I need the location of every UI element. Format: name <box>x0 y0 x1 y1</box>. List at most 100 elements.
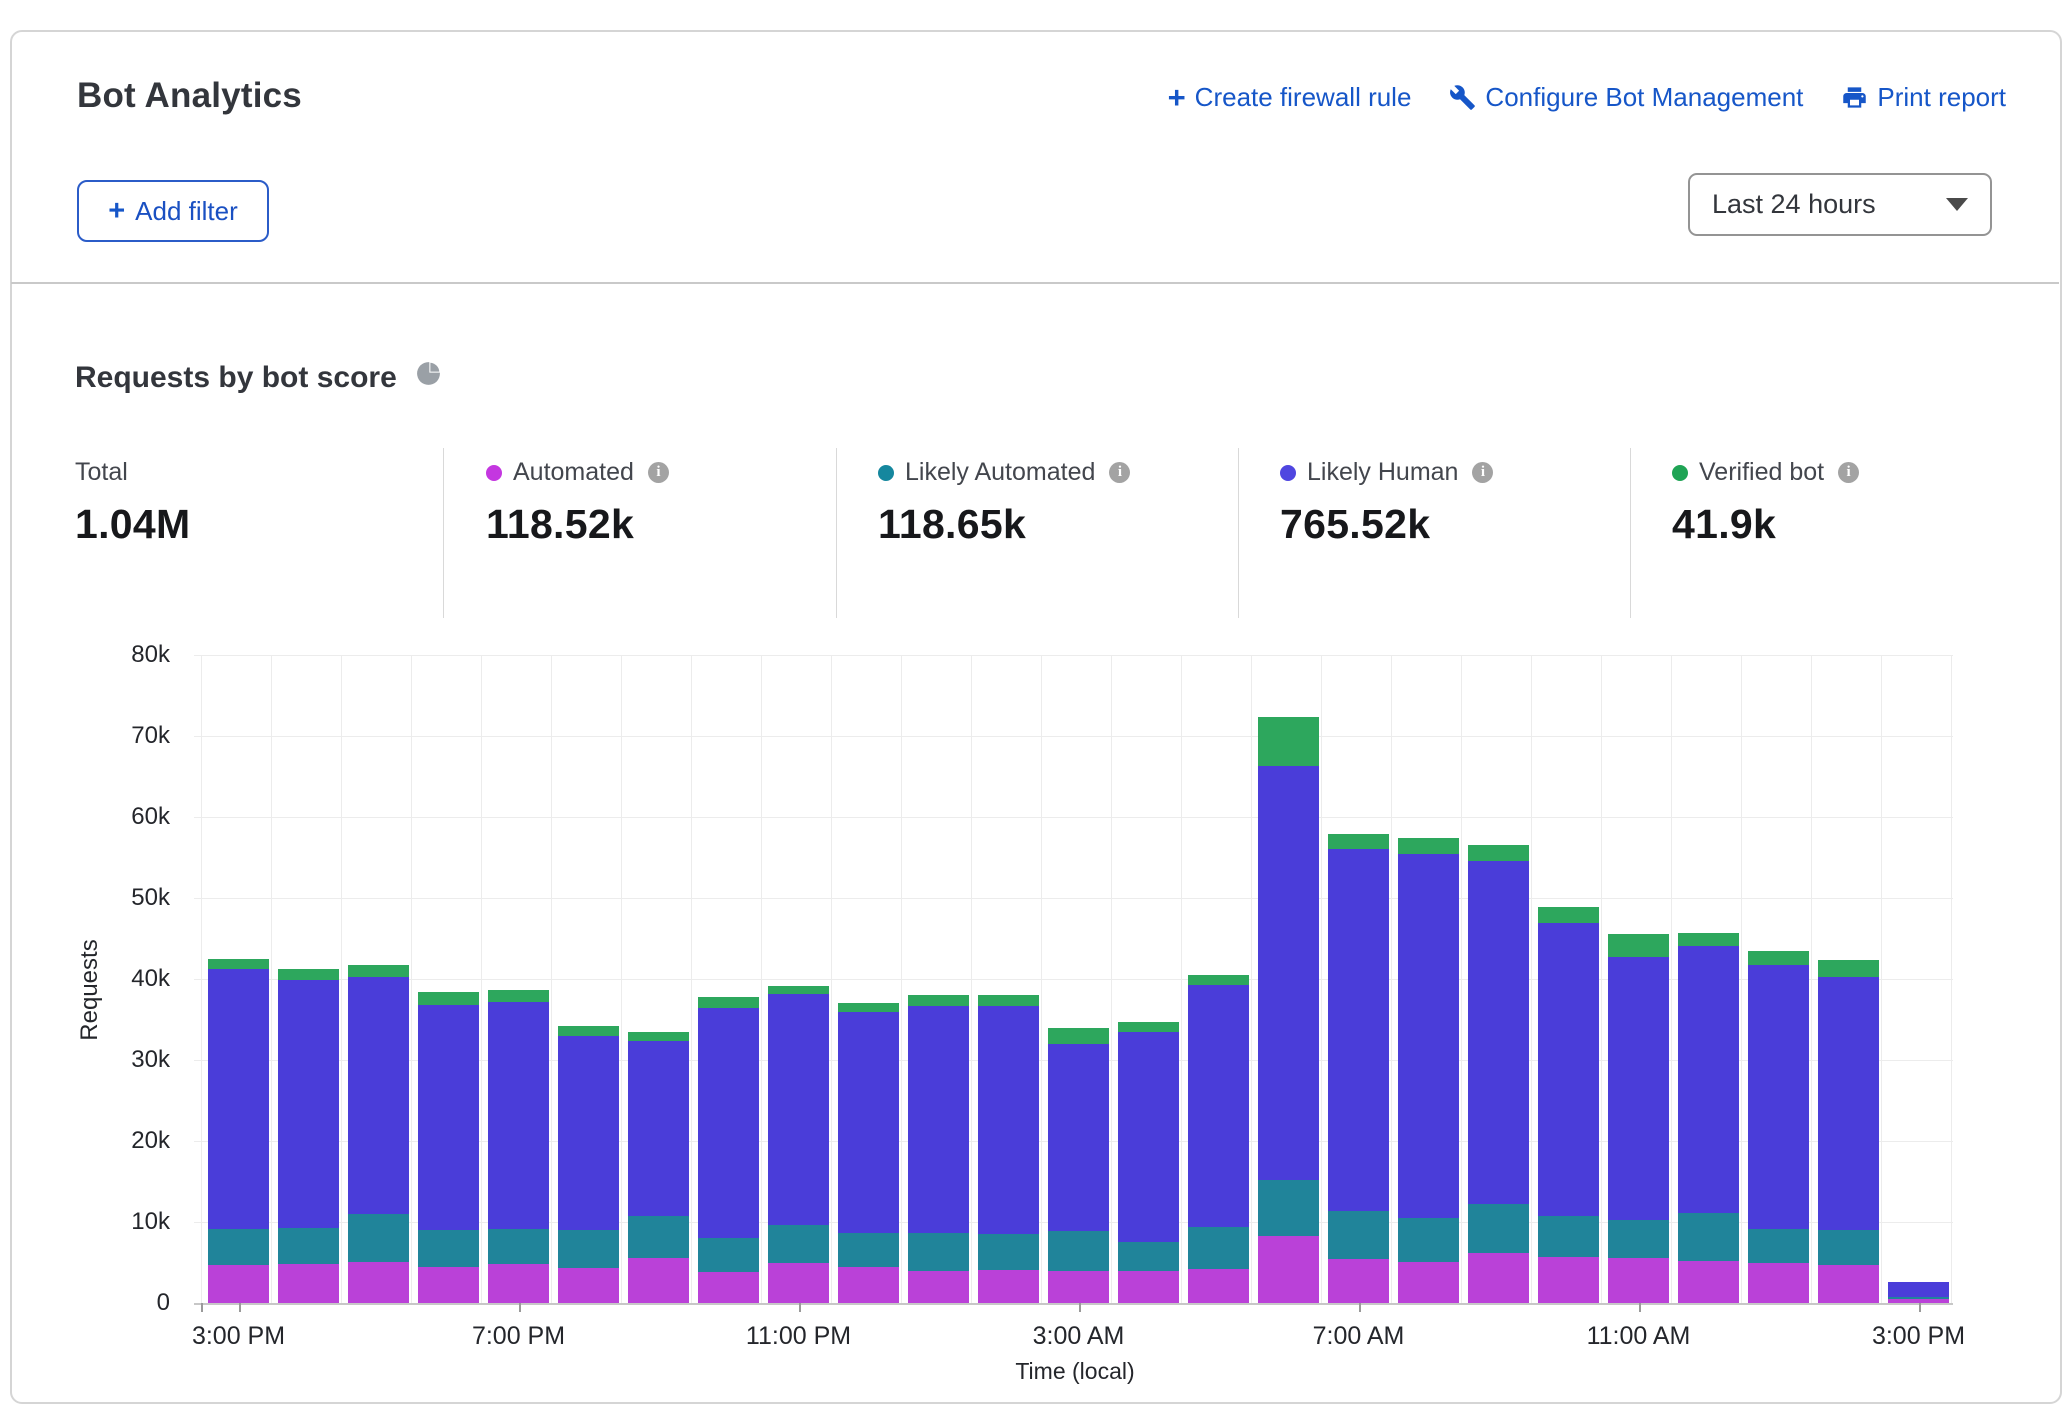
bar-segment-automated[interactable] <box>558 1268 619 1303</box>
bar-segment-automated[interactable] <box>1118 1271 1179 1303</box>
bar-segment-automated[interactable] <box>1468 1253 1529 1303</box>
bar-segment-verified-bot[interactable] <box>978 995 1039 1006</box>
bar-segment-likely-human[interactable] <box>698 1008 759 1238</box>
bar-segment-likely-human[interactable] <box>1118 1032 1179 1242</box>
bar-segment-automated[interactable] <box>908 1271 969 1303</box>
bar-segment-likely-automated[interactable] <box>628 1216 689 1258</box>
bar-segment-automated[interactable] <box>1398 1262 1459 1303</box>
bar-300am[interactable] <box>1048 1028 1109 1303</box>
bar-segment-verified-bot[interactable] <box>1538 907 1599 923</box>
print-report-link[interactable]: Print report <box>1841 82 2006 113</box>
bar-200pm[interactable] <box>1818 960 1879 1303</box>
bar-segment-likely-human[interactable] <box>558 1036 619 1230</box>
bar-segment-verified-bot[interactable] <box>1188 975 1249 985</box>
bar-segment-likely-human[interactable] <box>1538 923 1599 1216</box>
bar-segment-automated[interactable] <box>1328 1259 1389 1303</box>
info-icon[interactable]: i <box>648 462 669 483</box>
bar-segment-likely-automated[interactable] <box>1678 1213 1739 1261</box>
bar-segment-likely-human[interactable] <box>278 980 339 1228</box>
bar-segment-automated[interactable] <box>978 1270 1039 1303</box>
bar-segment-likely-automated[interactable] <box>768 1225 829 1262</box>
bar-800pm[interactable] <box>558 1026 619 1303</box>
bar-segment-likely-automated[interactable] <box>558 1230 619 1268</box>
bar-900pm[interactable] <box>628 1032 689 1303</box>
bar-500pm[interactable] <box>348 965 409 1303</box>
bar-segment-likely-automated[interactable] <box>838 1233 899 1267</box>
bar-segment-verified-bot[interactable] <box>208 959 269 969</box>
bar-1000am[interactable] <box>1538 907 1599 1303</box>
bar-segment-automated[interactable] <box>418 1267 479 1303</box>
create-firewall-rule-link[interactable]: + Create firewall rule <box>1168 82 1412 113</box>
bar-segment-verified-bot[interactable] <box>698 997 759 1008</box>
bar-600am[interactable] <box>1258 717 1319 1303</box>
bar-700am[interactable] <box>1328 834 1389 1303</box>
bar-segment-likely-automated[interactable] <box>1258 1180 1319 1236</box>
bar-1100pm[interactable] <box>768 986 829 1304</box>
bar-segment-verified-bot[interactable] <box>838 1003 899 1013</box>
configure-bot-management-link[interactable]: Configure Bot Management <box>1449 82 1803 113</box>
bar-segment-likely-automated[interactable] <box>1398 1218 1459 1262</box>
bar-segment-likely-automated[interactable] <box>1608 1220 1669 1258</box>
bar-segment-automated[interactable] <box>208 1265 269 1303</box>
bar-segment-verified-bot[interactable] <box>1258 717 1319 766</box>
bar-1100am[interactable] <box>1608 934 1669 1303</box>
bar-segment-verified-bot[interactable] <box>628 1032 689 1042</box>
bar-segment-verified-bot[interactable] <box>1398 838 1459 854</box>
bar-segment-likely-automated[interactable] <box>908 1233 969 1272</box>
bar-segment-likely-automated[interactable] <box>1328 1211 1389 1260</box>
bar-800am[interactable] <box>1398 838 1459 1303</box>
bar-segment-likely-automated[interactable] <box>1538 1216 1599 1257</box>
bar-segment-likely-automated[interactable] <box>1818 1230 1879 1265</box>
bar-segment-likely-human[interactable] <box>1048 1044 1109 1231</box>
bar-segment-verified-bot[interactable] <box>1118 1022 1179 1033</box>
bar-segment-likely-automated[interactable] <box>1748 1229 1809 1263</box>
bar-1200am[interactable] <box>838 1003 899 1303</box>
bar-segment-likely-human[interactable] <box>1608 957 1669 1220</box>
bar-900am[interactable] <box>1468 845 1529 1303</box>
bar-700pm[interactable] <box>488 990 549 1303</box>
bar-100pm[interactable] <box>1748 951 1809 1303</box>
bar-segment-verified-bot[interactable] <box>908 995 969 1006</box>
bar-1200pm[interactable] <box>1678 933 1739 1303</box>
bar-segment-likely-human[interactable] <box>1188 985 1249 1227</box>
bar-segment-automated[interactable] <box>1608 1258 1669 1303</box>
bar-segment-likely-automated[interactable] <box>1188 1227 1249 1269</box>
bar-segment-likely-human[interactable] <box>908 1006 969 1233</box>
bar-segment-verified-bot[interactable] <box>348 965 409 977</box>
bar-300pm[interactable] <box>208 959 269 1303</box>
bar-segment-likely-human[interactable] <box>1398 854 1459 1218</box>
bar-200am[interactable] <box>978 995 1039 1303</box>
bar-100am[interactable] <box>908 995 969 1303</box>
bar-segment-automated[interactable] <box>1188 1269 1249 1303</box>
bar-segment-verified-bot[interactable] <box>1818 960 1879 976</box>
bar-segment-likely-human[interactable] <box>208 969 269 1229</box>
bar-segment-likely-human[interactable] <box>418 1005 479 1230</box>
bar-segment-likely-human[interactable] <box>978 1006 1039 1234</box>
bar-segment-automated[interactable] <box>698 1272 759 1303</box>
bar-segment-verified-bot[interactable] <box>1608 934 1669 957</box>
bar-segment-automated[interactable] <box>768 1263 829 1304</box>
bar-segment-verified-bot[interactable] <box>278 969 339 980</box>
bar-segment-verified-bot[interactable] <box>1328 834 1389 849</box>
bar-segment-likely-human[interactable] <box>488 1002 549 1229</box>
bar-segment-likely-human[interactable] <box>1328 849 1389 1210</box>
bar-400am[interactable] <box>1118 1022 1179 1303</box>
bar-segment-automated[interactable] <box>1818 1265 1879 1303</box>
bar-segment-likely-automated[interactable] <box>978 1234 1039 1270</box>
bar-segment-automated[interactable] <box>1678 1261 1739 1303</box>
bar-1000pm[interactable] <box>698 997 759 1303</box>
info-icon[interactable]: i <box>1472 462 1493 483</box>
bar-segment-likely-human[interactable] <box>1258 766 1319 1180</box>
bar-segment-likely-automated[interactable] <box>1118 1242 1179 1271</box>
bar-segment-likely-human[interactable] <box>1888 1282 1949 1297</box>
bar-segment-likely-human[interactable] <box>1468 861 1529 1204</box>
bar-segment-automated[interactable] <box>488 1264 549 1303</box>
bar-segment-automated[interactable] <box>278 1264 339 1303</box>
bar-segment-verified-bot[interactable] <box>1678 933 1739 946</box>
bar-600pm[interactable] <box>418 992 479 1303</box>
info-icon[interactable]: i <box>1838 462 1859 483</box>
bar-segment-likely-human[interactable] <box>838 1012 899 1233</box>
bar-segment-likely-automated[interactable] <box>698 1238 759 1272</box>
bar-segment-verified-bot[interactable] <box>1048 1028 1109 1044</box>
bar-segment-automated[interactable] <box>1048 1271 1109 1303</box>
